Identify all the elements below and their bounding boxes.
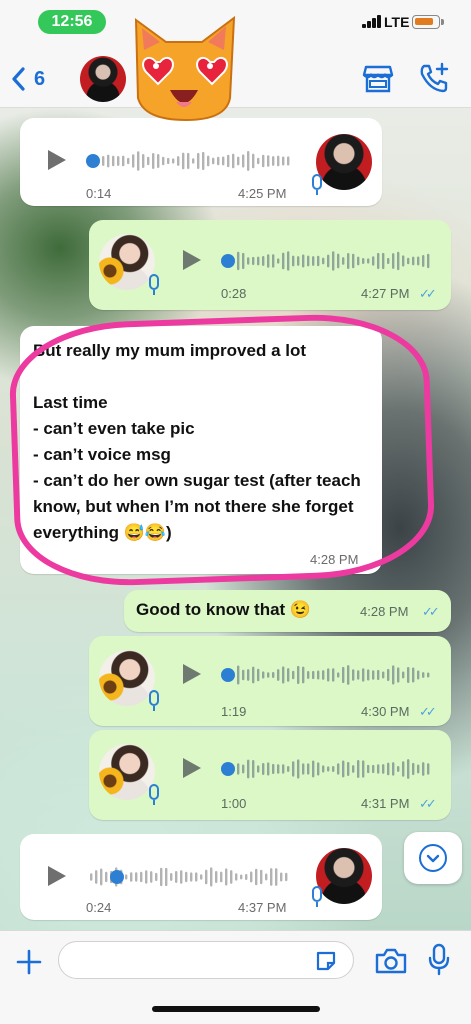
message-time: 4:28 PM <box>360 604 409 619</box>
message-time: 4:31 PM <box>361 796 410 811</box>
text-message-outgoing[interactable]: Good to know that 😉 4:28 PM ✓✓ <box>124 590 451 632</box>
microphone-icon <box>312 886 322 907</box>
voice-message-outgoing[interactable]: 0:28 4:27 PM ✓✓ <box>89 220 451 310</box>
playhead[interactable] <box>86 154 100 168</box>
message-text: But really my mum improved a lot Last ti… <box>33 341 361 542</box>
back-button[interactable]: 6 <box>10 62 45 96</box>
plus-icon <box>16 949 42 975</box>
battery-icon <box>412 15 444 29</box>
playhead[interactable] <box>110 870 124 884</box>
voice-duration: 0:14 <box>86 186 112 201</box>
sender-avatar <box>99 234 155 290</box>
message-time: 4:37 PM <box>238 900 287 915</box>
text-message-incoming[interactable]: But really my mum improved a lot Last ti… <box>20 326 382 574</box>
voice-message-outgoing[interactable]: 1:19 4:30 PM ✓✓ <box>89 636 451 726</box>
voice-duration: 1:00 <box>221 796 247 811</box>
waveform <box>237 665 430 685</box>
playhead[interactable] <box>221 762 235 776</box>
store-button[interactable] <box>362 64 394 94</box>
playhead[interactable] <box>221 668 235 682</box>
battery-level <box>415 18 433 25</box>
store-icon <box>362 65 394 93</box>
voice-duration: 0:24 <box>86 900 112 915</box>
read-receipt-icon: ✓✓ <box>419 704 437 719</box>
voice-message-incoming[interactable]: 0:14 4:25 PM <box>20 118 382 206</box>
voice-duration: 1:19 <box>221 704 247 719</box>
contact-avatar[interactable] <box>80 56 126 102</box>
status-time: 12:56 <box>38 10 106 34</box>
camera-button[interactable] <box>374 947 408 975</box>
message-list[interactable]: 0:14 4:25 PM 0:28 4:27 PM ✓✓ But really … <box>0 108 471 930</box>
sticker-button[interactable] <box>314 949 338 973</box>
play-icon[interactable] <box>183 250 201 270</box>
home-indicator <box>152 1006 320 1012</box>
play-icon[interactable] <box>183 664 201 684</box>
sender-avatar <box>99 744 155 800</box>
message-time: 4:25 PM <box>238 186 287 201</box>
cat-sticker <box>134 15 236 122</box>
message-text: Good to know that 😉 <box>136 600 312 619</box>
add-call-button[interactable] <box>418 62 450 94</box>
camera-icon <box>375 948 407 974</box>
chevron-left-icon <box>12 67 25 91</box>
unread-count: 6 <box>34 67 46 90</box>
play-icon[interactable] <box>48 866 66 886</box>
sunflower-icon <box>99 672 125 702</box>
microphone-icon <box>149 690 159 711</box>
sender-avatar <box>316 848 372 904</box>
read-receipt-icon: ✓✓ <box>422 604 440 619</box>
play-icon[interactable] <box>183 758 201 778</box>
voice-duration: 0:28 <box>221 286 247 301</box>
microphone-icon <box>149 784 159 805</box>
message-input[interactable] <box>58 941 354 979</box>
sender-avatar <box>99 650 155 706</box>
voice-message-outgoing[interactable]: 1:00 4:31 PM ✓✓ <box>89 730 451 820</box>
message-time: 4:27 PM <box>361 286 410 301</box>
read-receipt-icon: ✓✓ <box>419 796 437 811</box>
cellular-signal-icon <box>362 15 382 28</box>
chevron-down-icon <box>419 844 447 872</box>
scroll-to-bottom-button[interactable] <box>404 832 462 884</box>
add-call-icon <box>420 62 449 93</box>
sunflower-icon <box>99 256 125 286</box>
message-time: 4:28 PM <box>310 552 359 567</box>
playhead[interactable] <box>221 254 235 268</box>
sticker-icon <box>316 951 336 971</box>
voice-message-incoming[interactable]: 0:24 4:37 PM <box>20 834 382 920</box>
read-receipt-icon: ✓✓ <box>419 286 437 301</box>
waveform <box>102 151 290 171</box>
microphone-icon <box>312 174 322 195</box>
waveform <box>237 759 430 779</box>
waveform <box>237 251 430 271</box>
message-time: 4:30 PM <box>361 704 410 719</box>
sender-avatar <box>316 134 372 190</box>
microphone-icon <box>149 274 159 295</box>
network-type: LTE <box>384 14 410 30</box>
play-icon[interactable] <box>48 150 66 170</box>
voice-record-button[interactable] <box>428 943 450 977</box>
microphone-icon <box>428 943 450 976</box>
sunflower-icon <box>99 766 125 796</box>
attach-button[interactable] <box>14 947 44 977</box>
